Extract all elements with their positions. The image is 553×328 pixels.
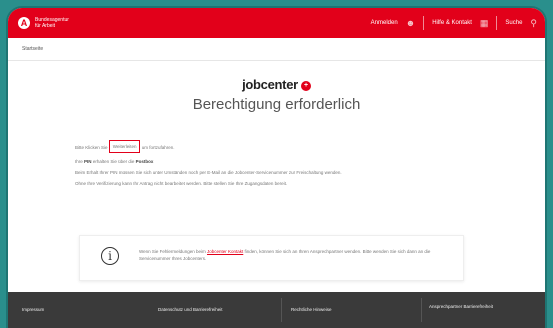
redirect-text-before: Bitte Klicken Sie xyxy=(75,145,108,150)
footer-link-legal[interactable]: Rechtliche Hinweise xyxy=(291,307,391,313)
footer-divider xyxy=(421,298,422,322)
grid-icon: ▦ xyxy=(479,17,489,28)
top-navigation-bar: A Bundesagentur für Arbeit Anmelden ☻ Hi… xyxy=(8,8,545,38)
breadcrumb-home-link[interactable]: Startseite xyxy=(22,46,43,52)
footer-link-accessibility[interactable]: Ansprechpartner Barrierefreiheit xyxy=(429,304,509,310)
paragraph-email: Beim Erhalt Ihrer PIN müssen Sie sich un… xyxy=(75,170,342,175)
pin-text-before: Ihre xyxy=(75,159,83,164)
nav-login[interactable]: Anmelden ☻ xyxy=(363,8,424,38)
paragraph-verification: Ohne Ihre Verifizierung kann Ihr Antrag … xyxy=(75,181,288,186)
search-icon: ⚲ xyxy=(530,17,537,28)
logo-mark-icon: A xyxy=(18,17,30,29)
content-text: Bitte Klicken Sie Weiterleiten um fortzu… xyxy=(75,140,470,187)
footer-divider xyxy=(281,298,282,322)
jobcenter-logo: jobcenter + xyxy=(8,77,545,92)
browser-frame: A Bundesagentur für Arbeit Anmelden ☻ Hi… xyxy=(8,8,545,328)
page-title: Berechtigung erforderlich xyxy=(192,96,361,113)
redirect-link[interactable]: Weiterleiten xyxy=(108,140,141,153)
footer: Impressum Datenschutz und Barrierefreihe… xyxy=(8,292,545,328)
info-box: i Wenn Sie Fehlermeldungen beim Jobcente… xyxy=(79,235,464,281)
pin-bold: PIN xyxy=(84,159,92,164)
footer-link-imprint[interactable]: Impressum xyxy=(22,307,44,313)
paragraph-redirect: Bitte Klicken Sie Weiterleiten um fortzu… xyxy=(75,140,470,154)
agency-logo[interactable]: A Bundesagentur für Arbeit xyxy=(18,17,69,29)
brand-name: jobcenter xyxy=(242,77,298,92)
logo-line-2: für Arbeit xyxy=(35,23,56,29)
info-text-before: Wenn Sie Fehlermeldungen beim xyxy=(139,249,206,254)
info-icon: i xyxy=(101,247,119,265)
nav-help[interactable]: Hilfe & Kontakt ▦ xyxy=(424,8,496,38)
info-link[interactable]: Jobcenter Kontakt xyxy=(207,249,243,254)
info-text: Wenn Sie Fehlermeldungen beim Jobcenter … xyxy=(139,248,449,262)
pin-text-middle: erhalten Sie über die xyxy=(92,159,135,164)
user-icon: ☻ xyxy=(405,18,416,28)
nav-help-label: Hilfe & Kontakt xyxy=(432,20,472,26)
redirect-text-after: um fortzufahren. xyxy=(141,145,175,150)
logo-text: Bundesagentur für Arbeit xyxy=(35,17,69,29)
nav-search-label: Suche xyxy=(505,20,523,26)
breadcrumb: Startseite xyxy=(8,38,545,61)
postbox-bold: Postbox xyxy=(135,159,154,164)
nav-login-label: Anmelden xyxy=(370,20,398,26)
nav-search[interactable]: Suche ⚲ xyxy=(497,8,545,38)
footer-link-privacy[interactable]: Datenschutz und Barrierefreiheit xyxy=(158,307,268,313)
brand-mark-icon: + xyxy=(300,80,311,91)
main-nav: Anmelden ☻ Hilfe & Kontakt ▦ Suche ⚲ xyxy=(363,8,545,38)
paragraph-pin: Ihre PIN erhalten Sie über die Postbox xyxy=(75,158,470,165)
